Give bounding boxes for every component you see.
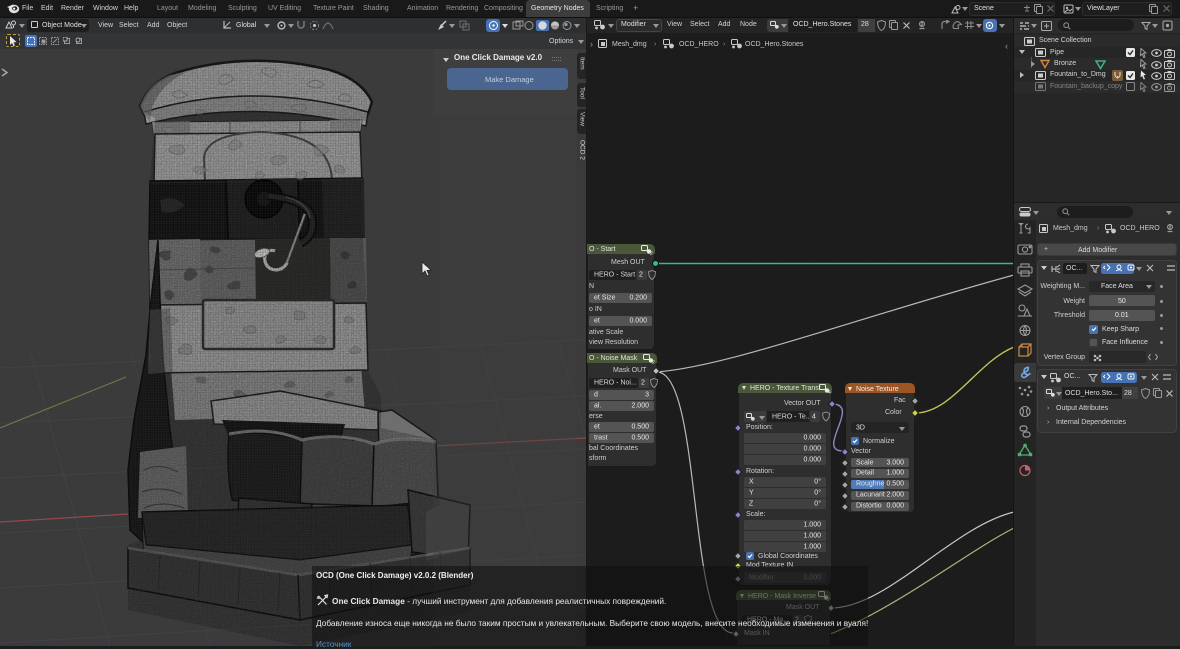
svg-text:2: 2 bbox=[650, 251, 653, 255]
svg-text:4: 4 bbox=[828, 390, 831, 394]
svg-text:2: 2 bbox=[652, 360, 655, 364]
